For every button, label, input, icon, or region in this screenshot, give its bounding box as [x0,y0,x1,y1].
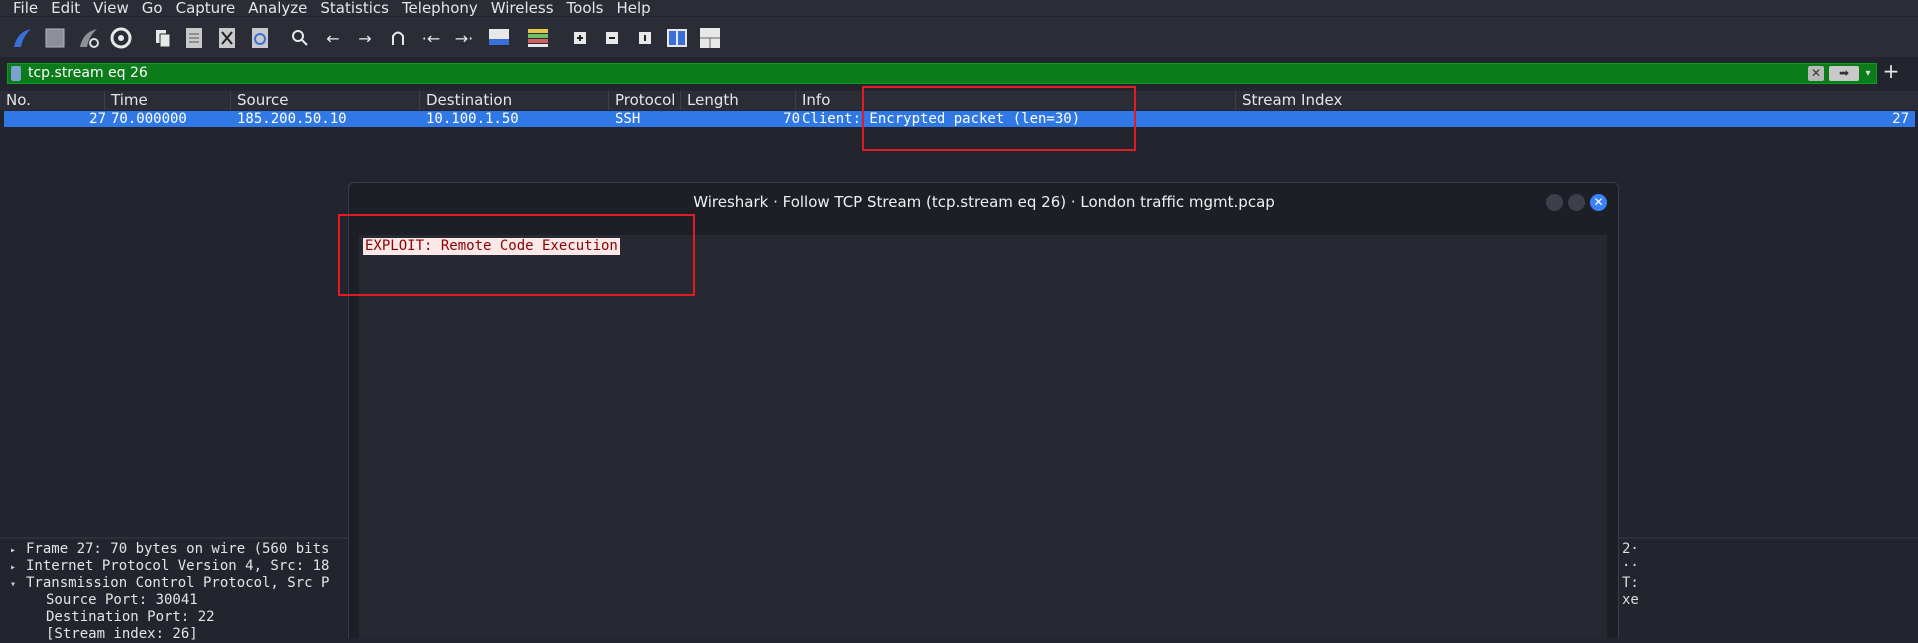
capture-options-icon[interactable] [108,25,134,51]
close-icon[interactable]: ✕ [1590,194,1607,211]
column-no[interactable]: No. [0,91,104,110]
menu-go[interactable]: Go [142,0,163,16]
detail-ip[interactable]: Internet Protocol Version 4, Src: 18 [26,558,329,575]
cell-stream-index: 27 [1892,111,1909,127]
collapse-arrow-icon[interactable]: ▾ [10,579,16,590]
menu-statistics[interactable]: Statistics [320,0,389,16]
detail-frame[interactable]: Frame 27: 70 bytes on wire (560 bits [26,541,329,558]
detail-src-port[interactable]: Source Port: 30041 [46,592,198,609]
column-length[interactable]: Length [680,91,797,110]
menu-telephony[interactable]: Telephony [402,0,478,16]
cell-protocol: SSH [615,111,641,127]
menu-wireless[interactable]: Wireless [491,0,554,16]
detail-dst-port[interactable]: Destination Port: 22 [46,609,215,626]
add-filter-button[interactable]: + [1880,60,1902,82]
detail-stream-index[interactable]: [Stream index: 26] [46,626,198,643]
clear-filter-icon[interactable]: ✕ [1808,66,1824,81]
autoscroll-icon[interactable] [486,25,512,51]
column-protocol[interactable]: Protocol [608,91,686,110]
expand-arrow-icon[interactable]: ▸ [10,545,16,556]
display-filter-bar: ✕ ➡ ▾ [7,63,1877,84]
start-capture-icon[interactable] [10,25,36,51]
save-file-icon[interactable] [181,25,207,51]
minimize-icon[interactable] [1546,194,1563,211]
main-toolbar: ← → ·← →· [0,17,1918,57]
bytes-pane-fragment: T: [1622,575,1639,591]
colorize-icon[interactable] [525,25,551,51]
apply-filter-icon[interactable]: ➡ [1829,66,1859,81]
resize-columns-icon[interactable] [664,25,690,51]
menu-help[interactable]: Help [616,0,650,16]
cell-time: 70.000000 [111,111,187,127]
last-packet-icon[interactable]: →· [451,25,477,51]
cell-no: 27 [89,111,106,127]
restart-capture-icon[interactable] [76,25,102,51]
menu-bar: File Edit View Go Capture Analyze Statis… [0,0,1918,16]
menu-capture[interactable]: Capture [176,0,236,16]
cell-source: 185.200.50.10 [237,111,347,127]
close-file-icon[interactable] [214,25,240,51]
normal-size-icon[interactable] [632,25,658,51]
cell-length: 70 [783,111,800,127]
open-file-icon[interactable] [150,25,176,51]
go-forward-icon[interactable]: → [352,25,378,51]
highlight-box-info [862,86,1136,151]
bytes-pane-fragment: ·· [1622,558,1639,574]
bytes-pane-fragment: xe [1622,592,1639,608]
expand-arrow-icon[interactable]: ▸ [10,562,16,573]
filter-history-chevron-down-icon[interactable]: ▾ [1862,66,1874,81]
menu-edit[interactable]: Edit [51,0,80,16]
cell-destination: 10.100.1.50 [426,111,519,127]
go-to-packet-icon[interactable] [385,25,411,51]
highlight-box-stream [338,214,695,296]
column-destination[interactable]: Destination [419,91,609,110]
zoom-out-icon[interactable] [599,25,625,51]
first-packet-icon[interactable]: ·← [418,25,444,51]
menu-view[interactable]: View [93,0,129,16]
column-stream-index[interactable]: Stream Index [1235,91,1918,110]
stop-capture-icon[interactable] [42,25,68,51]
go-back-icon[interactable]: ← [320,25,346,51]
bookmark-icon[interactable] [11,66,21,81]
reload-file-icon[interactable] [247,25,273,51]
bytes-pane-fragment: 2· [1622,541,1639,557]
maximize-icon[interactable] [1568,194,1585,211]
expand-subtrees-icon[interactable] [697,25,723,51]
menu-analyze[interactable]: Analyze [248,0,307,16]
column-source[interactable]: Source [230,91,420,110]
zoom-in-icon[interactable] [567,25,593,51]
display-filter-input[interactable] [28,64,1818,83]
menu-tools[interactable]: Tools [567,0,604,16]
menu-file[interactable]: File [13,0,38,16]
detail-tcp[interactable]: Transmission Control Protocol, Src P [26,575,329,592]
find-packet-icon[interactable] [287,25,313,51]
column-time[interactable]: Time [104,91,232,110]
